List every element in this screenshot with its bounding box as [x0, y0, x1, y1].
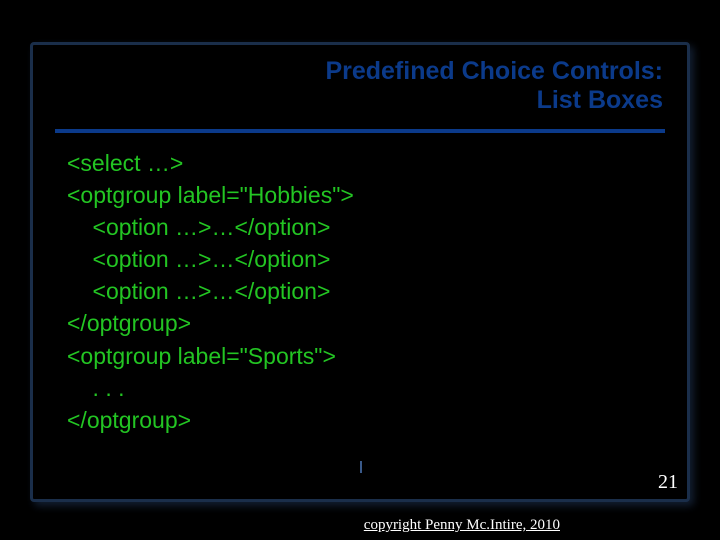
code-line: <optgroup label="Sports"> [67, 340, 667, 372]
code-line: <optgroup label="Hobbies"> [67, 179, 667, 211]
copyright-text: copyright Penny Mc.Intire, 2010 [364, 517, 560, 534]
slide-frame: Predefined Choice Controls: List Boxes <… [30, 42, 690, 502]
bottom-tick [360, 461, 362, 473]
page-number: 21 [658, 471, 678, 494]
code-line: <option …>…</option> [67, 211, 667, 243]
code-line: </optgroup> [67, 404, 667, 436]
title-line-2: List Boxes [57, 86, 663, 115]
code-line: </optgroup> [67, 307, 667, 339]
title-line-1: Predefined Choice Controls: [57, 57, 663, 86]
code-block: <select …> <optgroup label="Hobbies"> <o… [33, 133, 687, 437]
code-line: <option …>…</option> [67, 243, 667, 275]
code-line: <option …>…</option> [67, 275, 667, 307]
title-area: Predefined Choice Controls: List Boxes [33, 45, 687, 123]
code-line: . . . [67, 372, 667, 404]
code-line: <select …> [67, 147, 667, 179]
